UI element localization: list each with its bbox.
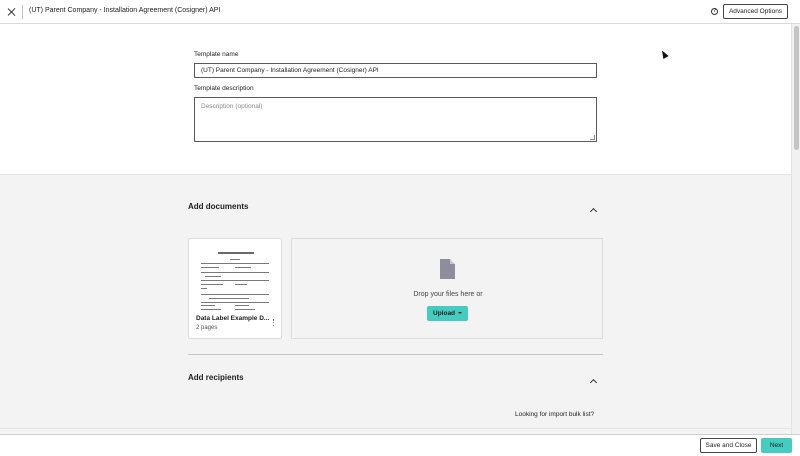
description-placeholder: Description (optional) [201, 103, 263, 110]
collapse-recipients-chevron-up-icon[interactable] [589, 378, 598, 387]
add-documents-title: Add documents [188, 202, 249, 211]
file-fold-shape [450, 259, 455, 264]
help-icon[interactable]: ? [711, 8, 718, 15]
drop-zone-text: Drop your files here or [413, 291, 483, 298]
file-drop-zone[interactable]: Drop your files here or Upload [291, 238, 603, 339]
close-icon[interactable] [6, 6, 18, 18]
upload-button[interactable]: Upload [427, 306, 468, 321]
kebab-menu-icon[interactable] [272, 319, 275, 328]
collapse-documents-chevron-up-icon[interactable] [589, 207, 598, 216]
caret-down-icon [458, 312, 462, 314]
top-bar: (UT) Parent Company - Installation Agree… [0, 0, 800, 24]
save-and-close-button[interactable]: Save and Close [700, 438, 757, 453]
template-name-label: Template name [194, 51, 239, 58]
document-thumbnail [199, 247, 272, 314]
document-name: Data Label Example D... [196, 315, 270, 322]
import-bulk-list-link[interactable]: Looking for import bulk list? [515, 411, 594, 418]
template-description-input[interactable]: Description (optional) [194, 97, 597, 142]
document-card[interactable]: Data Label Example D... 2 pages [188, 238, 282, 339]
advanced-options-button[interactable]: Advanced Options [723, 4, 788, 19]
add-recipients-title: Add recipients [188, 373, 244, 382]
document-page-count: 2 pages [196, 325, 218, 331]
scrollbar-thumb[interactable] [794, 26, 799, 150]
content-divider [0, 428, 791, 429]
page-title: (UT) Parent Company - Installation Agree… [29, 7, 221, 14]
next-button[interactable]: Next [761, 438, 792, 453]
template-name-input[interactable]: (UT) Parent Company - Installation Agree… [194, 63, 597, 78]
footer-bar: Save and Close Next [0, 434, 800, 456]
upload-button-label: Upload [433, 310, 456, 317]
resize-grip-icon[interactable] [590, 135, 595, 140]
section-divider [188, 354, 603, 355]
header-divider [22, 5, 23, 19]
template-description-label: Template description [194, 85, 254, 92]
scrollbar[interactable] [791, 24, 800, 434]
